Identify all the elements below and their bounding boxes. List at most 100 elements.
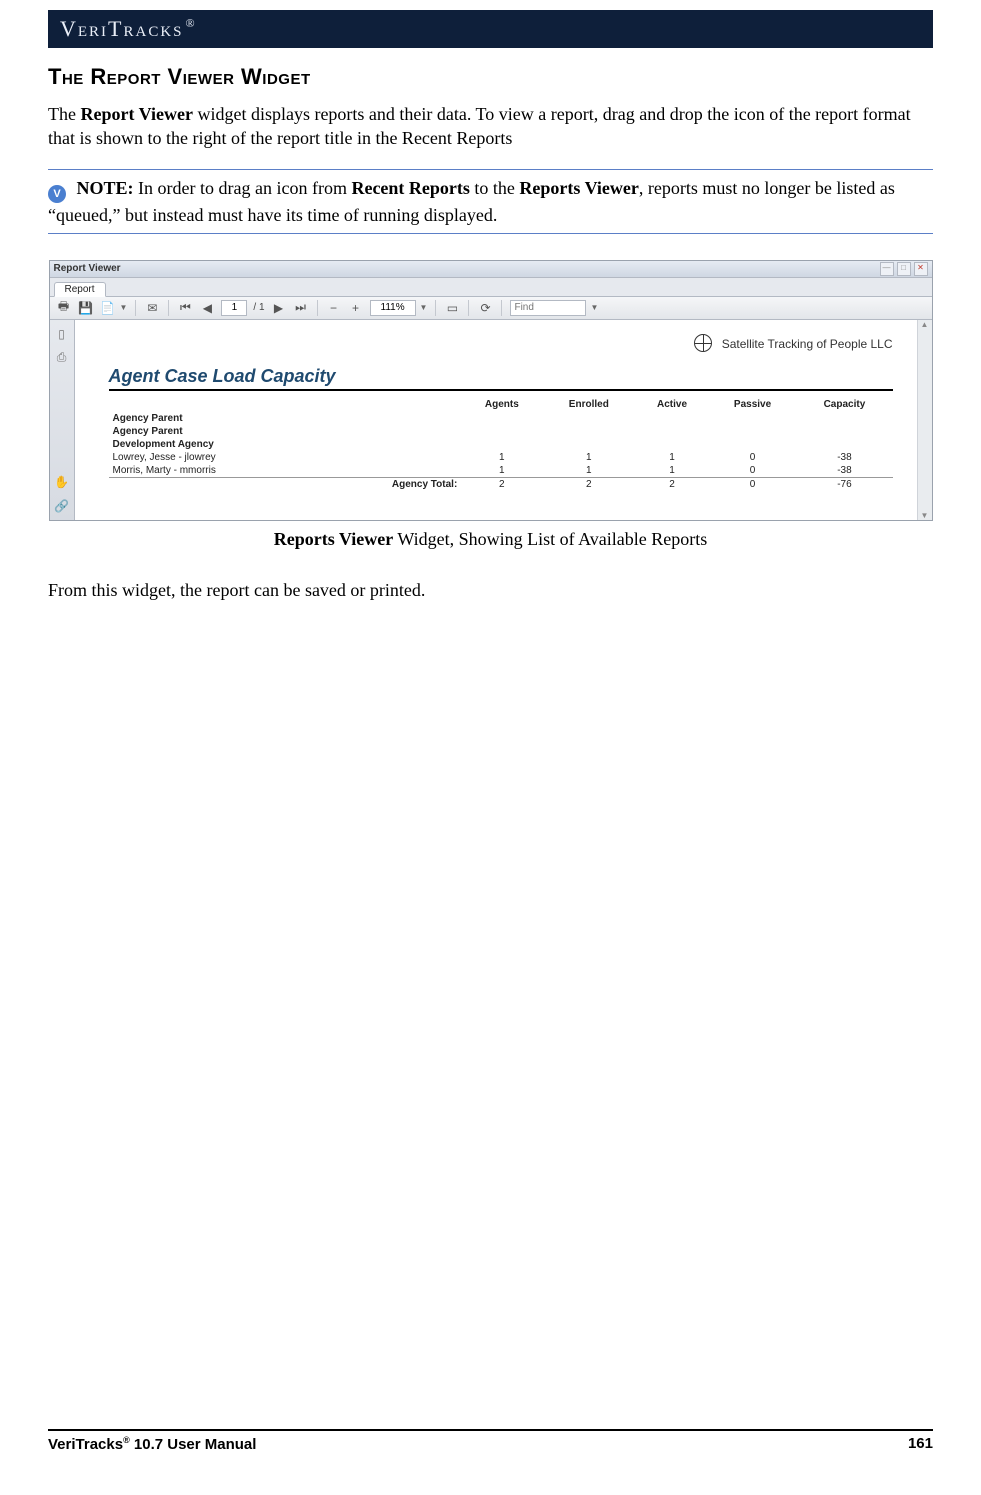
rv-body: ▯ ⎙ ✋ 🔗 Satellite Tracking of People LLC…: [50, 320, 932, 520]
separator-icon: [135, 300, 136, 316]
group-l0: Agency Parent: [109, 412, 462, 425]
note-bold-b: Reports Viewer: [519, 178, 638, 198]
col-passive: Passive: [709, 397, 797, 412]
group-l1: Agency Parent: [109, 425, 462, 438]
footer-reg: ®: [123, 1435, 130, 1445]
refresh-icon[interactable]: ⟳: [477, 300, 493, 316]
table-row: Development Agency: [109, 438, 893, 451]
scroll-up-icon[interactable]: ▲: [921, 320, 929, 329]
note-bold-a: Recent Reports: [351, 178, 469, 198]
minimize-icon[interactable]: —: [880, 262, 894, 276]
row-label: Morris, Marty - mmorris: [109, 464, 462, 478]
export-icon[interactable]: 📄: [100, 300, 116, 316]
table-row: Agency Parent: [109, 412, 893, 425]
link-icon[interactable]: 🔗: [54, 498, 70, 514]
col-capacity: Capacity: [796, 397, 892, 412]
rv-sidebar: ▯ ⎙ ✋ 🔗: [50, 320, 75, 520]
prev-page-icon[interactable]: ◀: [199, 300, 215, 316]
table-header-row: Agents Enrolled Active Passive Capacity: [109, 397, 893, 412]
maximize-icon[interactable]: □: [897, 262, 911, 276]
caption-rest: Widget, Showing List of Available Report…: [393, 529, 707, 549]
find-input[interactable]: [510, 300, 586, 316]
page-input[interactable]: [221, 300, 247, 316]
rv-tabrow: Report: [50, 278, 932, 297]
next-page-icon[interactable]: ▶: [271, 300, 287, 316]
footer-brand: VeriTracks: [48, 1436, 123, 1453]
zoom-input[interactable]: [370, 300, 416, 316]
thumbnails-icon[interactable]: ▯: [54, 326, 70, 342]
row-label: Lowrey, Jesse - jlowrey: [109, 451, 462, 464]
section-title: The Report Viewer Widget: [48, 64, 933, 90]
fit-width-icon[interactable]: ▭: [444, 300, 460, 316]
email-icon[interactable]: ✉: [144, 300, 160, 316]
footer-manual: 10.7 User Manual: [130, 1436, 257, 1453]
doc-brand-text: Satellite Tracking of People LLC: [722, 337, 893, 351]
separator-icon: [501, 300, 502, 316]
rv-toolbar: 🖶 💾 📄 ▼ ✉ ⏮ ◀ / 1 ▶ ⏭ − + ▼ ▭ ⟳ ▼: [50, 297, 932, 320]
note-block: V NOTE: In order to drag an icon from Re…: [48, 169, 933, 234]
intro-paragraph: The Report Viewer widget displays report…: [48, 102, 933, 151]
cell: 0: [709, 451, 797, 464]
page-footer: VeriTracks® 10.7 User Manual 161: [48, 1429, 933, 1453]
zoom-out-icon[interactable]: −: [326, 300, 342, 316]
caption-bold: Reports Viewer: [274, 529, 393, 549]
cell: 1: [635, 464, 709, 478]
cell: 1: [542, 464, 635, 478]
col-enrolled: Enrolled: [542, 397, 635, 412]
cell: 2: [635, 477, 709, 491]
intro-prefix: The: [48, 104, 80, 124]
report-viewer-widget: Report Viewer — □ ✕ Report 🖶 💾 📄 ▼ ✉ ⏮ ◀…: [49, 260, 933, 521]
col-agents: Agents: [461, 397, 542, 412]
brand-reg: ®: [186, 16, 197, 30]
table-row: Lowrey, Jesse - jlowrey 1 1 1 0 -38: [109, 451, 893, 464]
cell: 1: [635, 451, 709, 464]
note-label: NOTE:: [77, 178, 134, 198]
cell: -76: [796, 477, 892, 491]
note-text-b: to the: [470, 178, 520, 198]
print-icon[interactable]: 🖶: [56, 300, 72, 316]
rv-titlebar: Report Viewer — □ ✕: [50, 261, 932, 278]
cell: 1: [542, 451, 635, 464]
table-total-row: Agency Total: 2 2 2 0 -76: [109, 477, 893, 491]
zoom-dropdown-icon[interactable]: ▼: [420, 303, 428, 312]
cell: -38: [796, 464, 892, 478]
table-row: Morris, Marty - mmorris 1 1 1 0 -38: [109, 464, 893, 478]
cell: 0: [709, 477, 797, 491]
cell: 1: [461, 451, 542, 464]
rv-title: Report Viewer: [54, 263, 121, 274]
rv-document: Satellite Tracking of People LLC Agent C…: [75, 320, 917, 520]
doc-report-title: Agent Case Load Capacity: [109, 366, 893, 387]
doc-brand: Satellite Tracking of People LLC: [109, 334, 893, 352]
cell: 2: [542, 477, 635, 491]
separator-icon: [435, 300, 436, 316]
first-page-icon[interactable]: ⏮: [177, 300, 193, 316]
last-page-icon[interactable]: ⏭: [293, 300, 309, 316]
find-dropdown-icon[interactable]: ▼: [590, 303, 598, 312]
hand-icon[interactable]: ✋: [54, 474, 70, 490]
total-label: Agency Total:: [109, 477, 462, 491]
save-icon[interactable]: 💾: [78, 300, 94, 316]
report-table: Agents Enrolled Active Passive Capacity …: [109, 397, 893, 491]
intro-bold: Report Viewer: [80, 104, 192, 124]
cell: 1: [461, 464, 542, 478]
figure-caption: Reports Viewer Widget, Showing List of A…: [48, 529, 933, 550]
scroll-down-icon[interactable]: ▼: [921, 511, 929, 520]
export-dropdown-icon[interactable]: ▼: [120, 303, 128, 312]
page-total: / 1: [253, 302, 264, 313]
cell: 2: [461, 477, 542, 491]
group-l2: Development Agency: [109, 438, 462, 451]
tab-report[interactable]: Report: [54, 282, 106, 297]
rv-window-buttons: — □ ✕: [880, 262, 928, 276]
after-caption-text: From this widget, the report can be save…: [48, 578, 933, 602]
close-icon[interactable]: ✕: [914, 262, 928, 276]
globe-icon: [694, 334, 712, 352]
cell: 0: [709, 464, 797, 478]
bookmarks-icon[interactable]: ⎙: [54, 350, 70, 366]
zoom-in-icon[interactable]: +: [348, 300, 364, 316]
separator-icon: [468, 300, 469, 316]
doc-rule: [109, 389, 893, 391]
note-text-a: In order to drag an icon from: [134, 178, 352, 198]
separator-icon: [317, 300, 318, 316]
brand-name-text: VeriTracks: [60, 16, 184, 41]
scrollbar[interactable]: ▲ ▼: [917, 320, 932, 520]
